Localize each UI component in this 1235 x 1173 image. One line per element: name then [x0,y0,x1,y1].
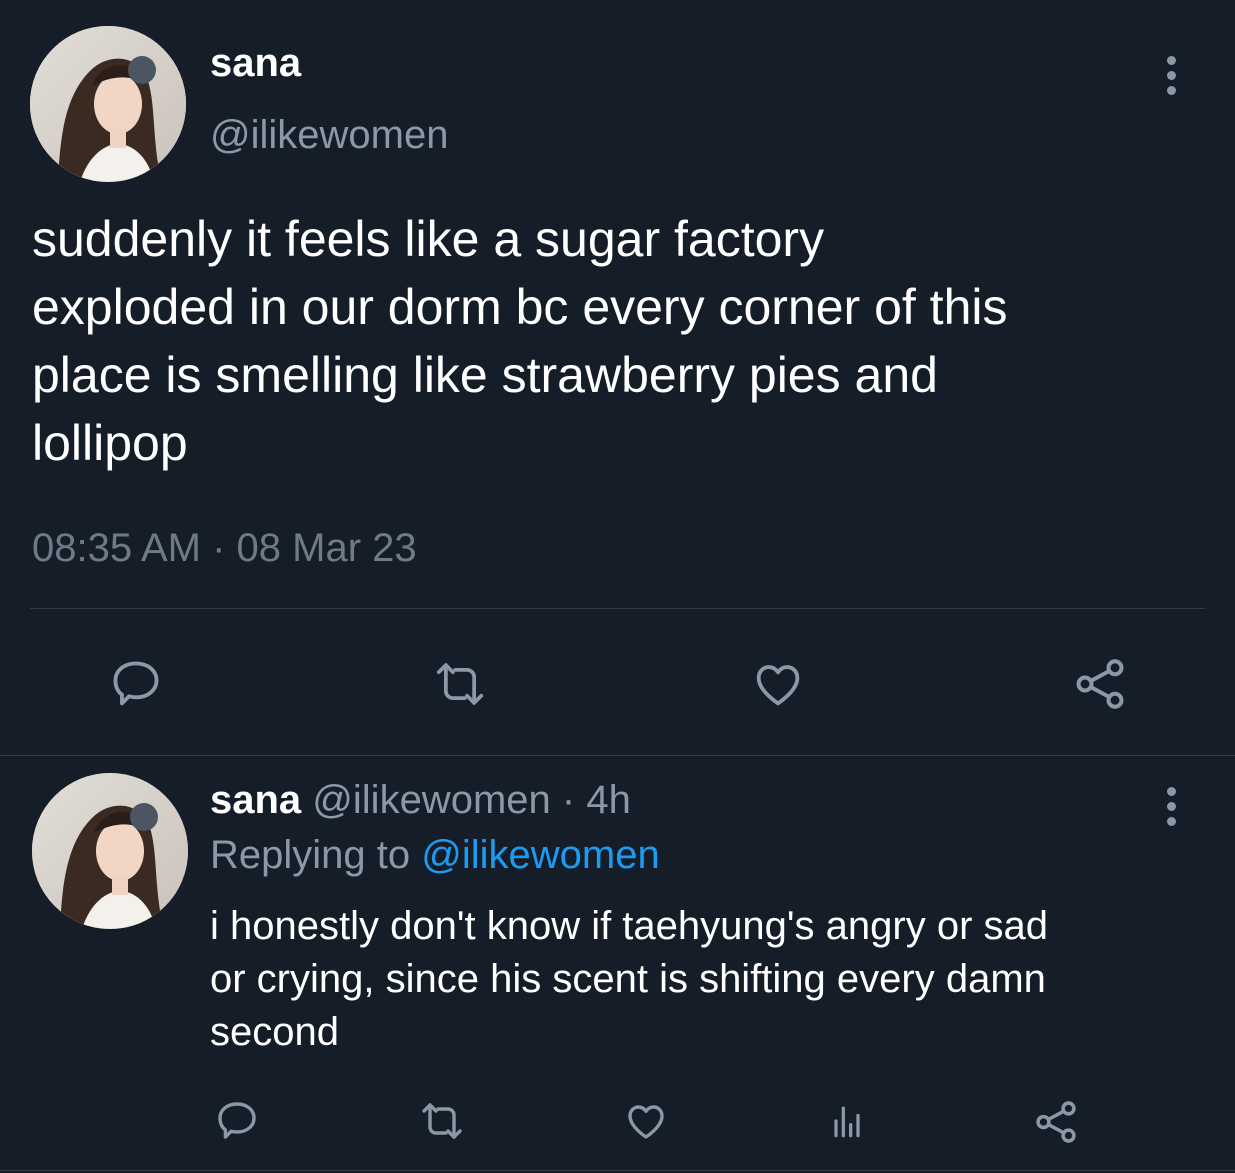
share-button[interactable] [1068,652,1132,716]
share-button[interactable] [1030,1096,1082,1148]
like-button[interactable] [620,1096,672,1146]
retweet-button[interactable] [424,652,496,716]
reply-icon [218,1102,256,1139]
reply-button[interactable] [212,1096,262,1146]
retweet-button[interactable] [412,1096,472,1146]
divider [0,755,1235,756]
user-handle[interactable]: @ilikewomen [312,778,550,822]
display-name[interactable]: sana [210,40,301,86]
avatar[interactable] [32,773,188,929]
user-handle[interactable]: @ilikewomen [210,112,448,158]
like-icon [628,1105,664,1139]
share-icon [1076,659,1124,709]
like-button[interactable] [746,652,810,716]
reply-header: sana @ilikewomen · 4h [210,777,631,823]
replying-to-line: Replying to @ilikewomen [210,832,660,878]
tweet-timestamp[interactable]: 08:35 AM · 08 Mar 23 [32,524,417,572]
analytics-button[interactable] [822,1096,872,1146]
reply-icon [113,661,159,706]
reply-age[interactable]: 4h [586,778,631,822]
divider [30,608,1205,609]
separator: · [561,778,576,822]
reply-button[interactable] [104,652,168,716]
tweet-text: suddenly it feels like a sugar factory e… [32,211,1008,471]
share-icon [1036,1101,1076,1143]
more-options-icon[interactable] [1158,783,1186,831]
replying-to-label: Replying to [210,833,411,877]
divider [0,1170,1235,1171]
reply-text: i honestly don't know if taehyung's angr… [210,904,1048,1054]
like-icon [756,665,800,706]
display-name[interactable]: sana [210,778,301,822]
more-options-icon[interactable] [1158,52,1186,100]
retweet-icon [436,663,484,705]
analytics-icon [834,1106,860,1138]
avatar[interactable] [30,26,186,182]
retweet-icon [422,1103,462,1139]
mention-link[interactable]: @ilikewomen [421,833,659,877]
